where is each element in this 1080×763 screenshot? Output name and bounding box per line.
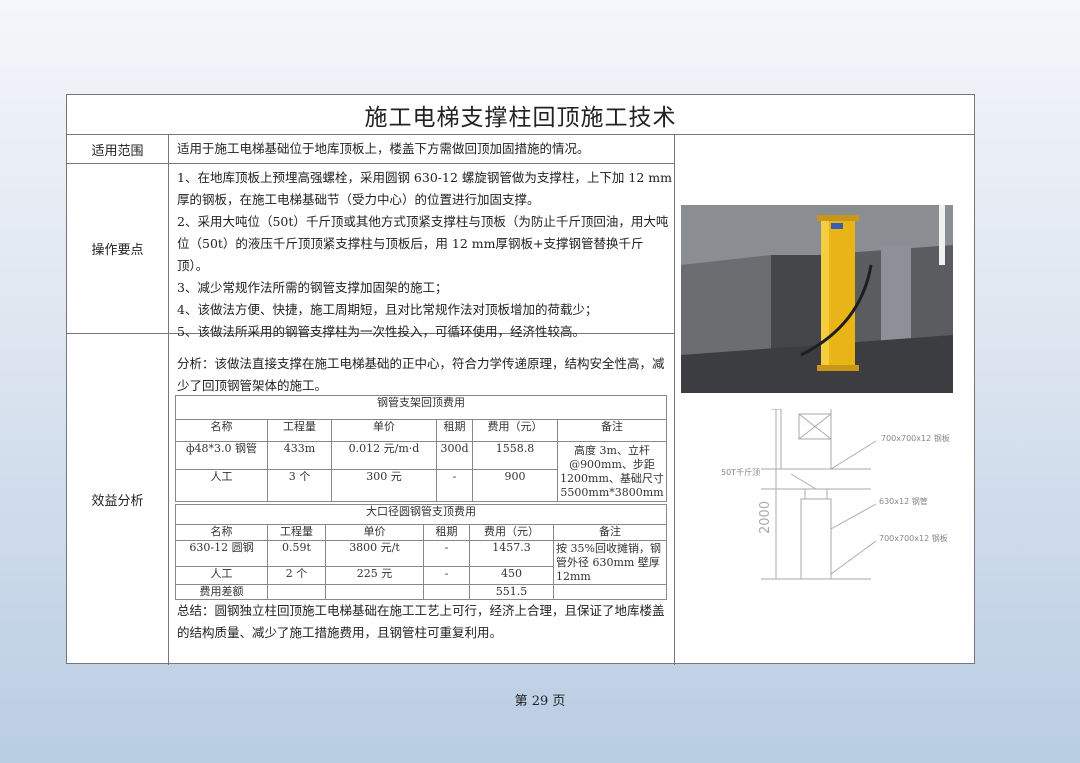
table-header: 费用（元） bbox=[469, 524, 554, 541]
table-cell: 630-12 圆钢 bbox=[175, 540, 268, 567]
label-scope: 适用范围 bbox=[67, 135, 169, 163]
table-header: 工程量 bbox=[267, 419, 332, 442]
analysis-text: 分析：该做法直接支撑在施工电梯基础的正中心，符合力学传递原理，结构安全性高，减少… bbox=[177, 356, 665, 393]
ops-item: 4、该做法方便、快捷，施工周期短，且对比常规作法对顶板增加的荷载少； bbox=[177, 302, 598, 317]
table-header: 租期 bbox=[436, 419, 473, 442]
diff-value: 551.5 bbox=[469, 584, 554, 600]
drawing-label: 50T千斤顶 bbox=[721, 467, 760, 477]
ops-list: 1、在地库顶板上预埋高强螺栓，采用圆钢 630-12 螺旋钢管做为支撑柱，上下加… bbox=[177, 167, 672, 343]
table-header: 名称 bbox=[175, 524, 268, 541]
table-cell: - bbox=[423, 540, 470, 567]
column-divider bbox=[674, 135, 675, 665]
ops-item: 1、在地库顶板上预埋高强螺栓，采用圆钢 630-12 螺旋钢管做为支撑柱，上下加… bbox=[177, 170, 672, 207]
table-header: 备注 bbox=[557, 419, 667, 442]
cost-table-round-steel: 大口径圆钢管支顶费用 名称 工程量 单价 租期 费用（元） 备注 630-12 … bbox=[175, 504, 667, 600]
table-row: 630-12 圆钢 0.59t 3800 元/t - 1457.3 按 35%回… bbox=[175, 540, 667, 585]
ops-item: 5、该做法所采用的钢管支撑柱为一次性投入，可循环使用，经济性较高。 bbox=[177, 324, 585, 339]
table-caption: 大口径圆钢管支顶费用 bbox=[175, 504, 667, 525]
table-cell: 2 个 bbox=[267, 566, 326, 585]
table-note: 高度 3m、立杆@900mm、步距1200mm、基础尺寸5500mm*3800m… bbox=[557, 441, 667, 502]
table-cell: 3800 元/t bbox=[325, 540, 424, 567]
document-sheet: 施工电梯支撑柱回顶施工技术 适用范围 操作要点 效益分析 适用于施工电梯基础位于… bbox=[66, 94, 975, 665]
table-cell: 450 bbox=[469, 566, 554, 585]
table-cell: 225 元 bbox=[325, 566, 424, 585]
page-number: 第 29 页 bbox=[514, 694, 566, 709]
drawing-label: 700x700x12 钢板 bbox=[881, 433, 950, 443]
row-divider bbox=[67, 163, 674, 164]
label-ops: 操作要点 bbox=[67, 163, 169, 333]
table-cell: 0.012 元/m·d bbox=[331, 441, 437, 470]
page-title: 施工电梯支撑柱回顶施工技术 bbox=[67, 95, 974, 135]
table-cell: 3 个 bbox=[267, 469, 332, 502]
structural-drawing: 700x700x12 钢板 50T千斤顶 630x12 钢管 700x700x1… bbox=[721, 409, 950, 580]
table-row: ф48*3.0 钢管 433m 0.012 元/m·d 300d 1558.8 … bbox=[175, 441, 667, 502]
table-cell: 1558.8 bbox=[472, 441, 558, 470]
site-photo bbox=[681, 205, 953, 393]
drawing-label: 700x700x12 钢板 bbox=[879, 533, 948, 543]
table-cell: 300 元 bbox=[331, 469, 437, 502]
support-column-photo bbox=[681, 205, 953, 393]
table-cell: - bbox=[423, 566, 470, 585]
table-header: 单价 bbox=[325, 524, 424, 541]
table-cell: - bbox=[436, 469, 473, 502]
table-header: 备注 bbox=[553, 524, 667, 541]
table-cell: ф48*3.0 钢管 bbox=[175, 441, 268, 470]
table-header: 名称 bbox=[175, 419, 268, 442]
scope-text: 适用于施工电梯基础位于地库顶板上，楼盖下方需做回顶加固措施的情况。 bbox=[177, 141, 590, 156]
table-cell: 人工 bbox=[175, 469, 268, 502]
table-cell: 0.59t bbox=[267, 540, 326, 567]
cost-table-steel-frame: 钢管支架回顶费用 名称 工程量 单价 租期 费用（元） 备注 ф48*3.0 钢… bbox=[175, 395, 667, 502]
drawing-dimension: 2000 bbox=[758, 501, 773, 534]
table-caption: 钢管支架回顶费用 bbox=[175, 395, 667, 420]
table-cell: 900 bbox=[472, 469, 558, 502]
table-header: 单价 bbox=[331, 419, 437, 442]
ops-item: 2、采用大吨位（50t）千斤顶或其他方式顶紧支撑柱与顶板（为防止千斤顶回油，用大… bbox=[177, 214, 669, 273]
table-cell: 人工 bbox=[175, 566, 268, 585]
ops-item: 3、减少常规作法所需的钢管支撑加固架的施工； bbox=[177, 280, 448, 295]
table-cell: 1457.3 bbox=[469, 540, 554, 567]
table-cell: 300d bbox=[436, 441, 473, 470]
table-header: 费用（元） bbox=[472, 419, 558, 442]
diff-label: 费用差额 bbox=[175, 584, 268, 600]
summary-text: 总结：圆钢独立柱回顶施工电梯基础在施工工艺上可行，经济上合理，且保证了地库楼盖的… bbox=[177, 603, 665, 640]
table-row: 费用差额 551.5 bbox=[175, 584, 667, 600]
label-benefit: 效益分析 bbox=[67, 333, 169, 665]
table-note: 按 35%回收摊销，钢管外径 630mm 壁厚 12mm bbox=[553, 540, 667, 585]
table-header: 租期 bbox=[423, 524, 470, 541]
table-cell: 433m bbox=[267, 441, 332, 470]
table-header: 工程量 bbox=[267, 524, 326, 541]
drawing-label: 630x12 钢管 bbox=[879, 496, 928, 506]
